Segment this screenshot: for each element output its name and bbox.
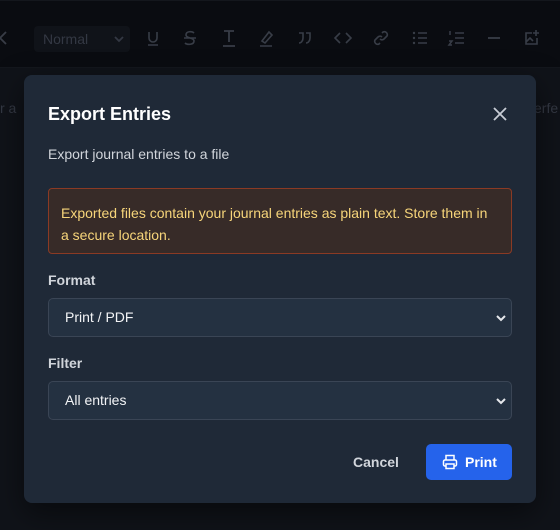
filter-select[interactable]: All entries	[48, 381, 512, 420]
format-select-value: Print / PDF	[65, 309, 134, 325]
dialog-title: Export Entries	[48, 104, 172, 124]
filter-label: Filter	[48, 355, 83, 371]
chevron-down-icon	[496, 398, 506, 405]
format-select[interactable]: Print / PDF	[48, 298, 512, 337]
dialog-description: Export journal entries to a file	[48, 146, 230, 162]
printer-icon	[442, 454, 458, 470]
cancel-button[interactable]: Cancel	[340, 444, 412, 480]
format-label: Format	[48, 272, 96, 288]
close-button[interactable]	[490, 104, 510, 124]
warning-text: Exported files contain your journal entr…	[61, 205, 488, 243]
export-dialog: Export Entries Export journal entries to…	[24, 75, 536, 503]
chevron-down-icon	[496, 315, 506, 322]
print-button[interactable]: Print	[426, 444, 512, 480]
warning-alert: Exported files contain your journal entr…	[48, 188, 512, 254]
app-stage: Normal r a erfe Export Entries Export jo…	[0, 0, 560, 530]
print-button-label: Print	[465, 454, 497, 470]
filter-select-value: All entries	[65, 392, 127, 408]
close-icon	[493, 107, 507, 121]
